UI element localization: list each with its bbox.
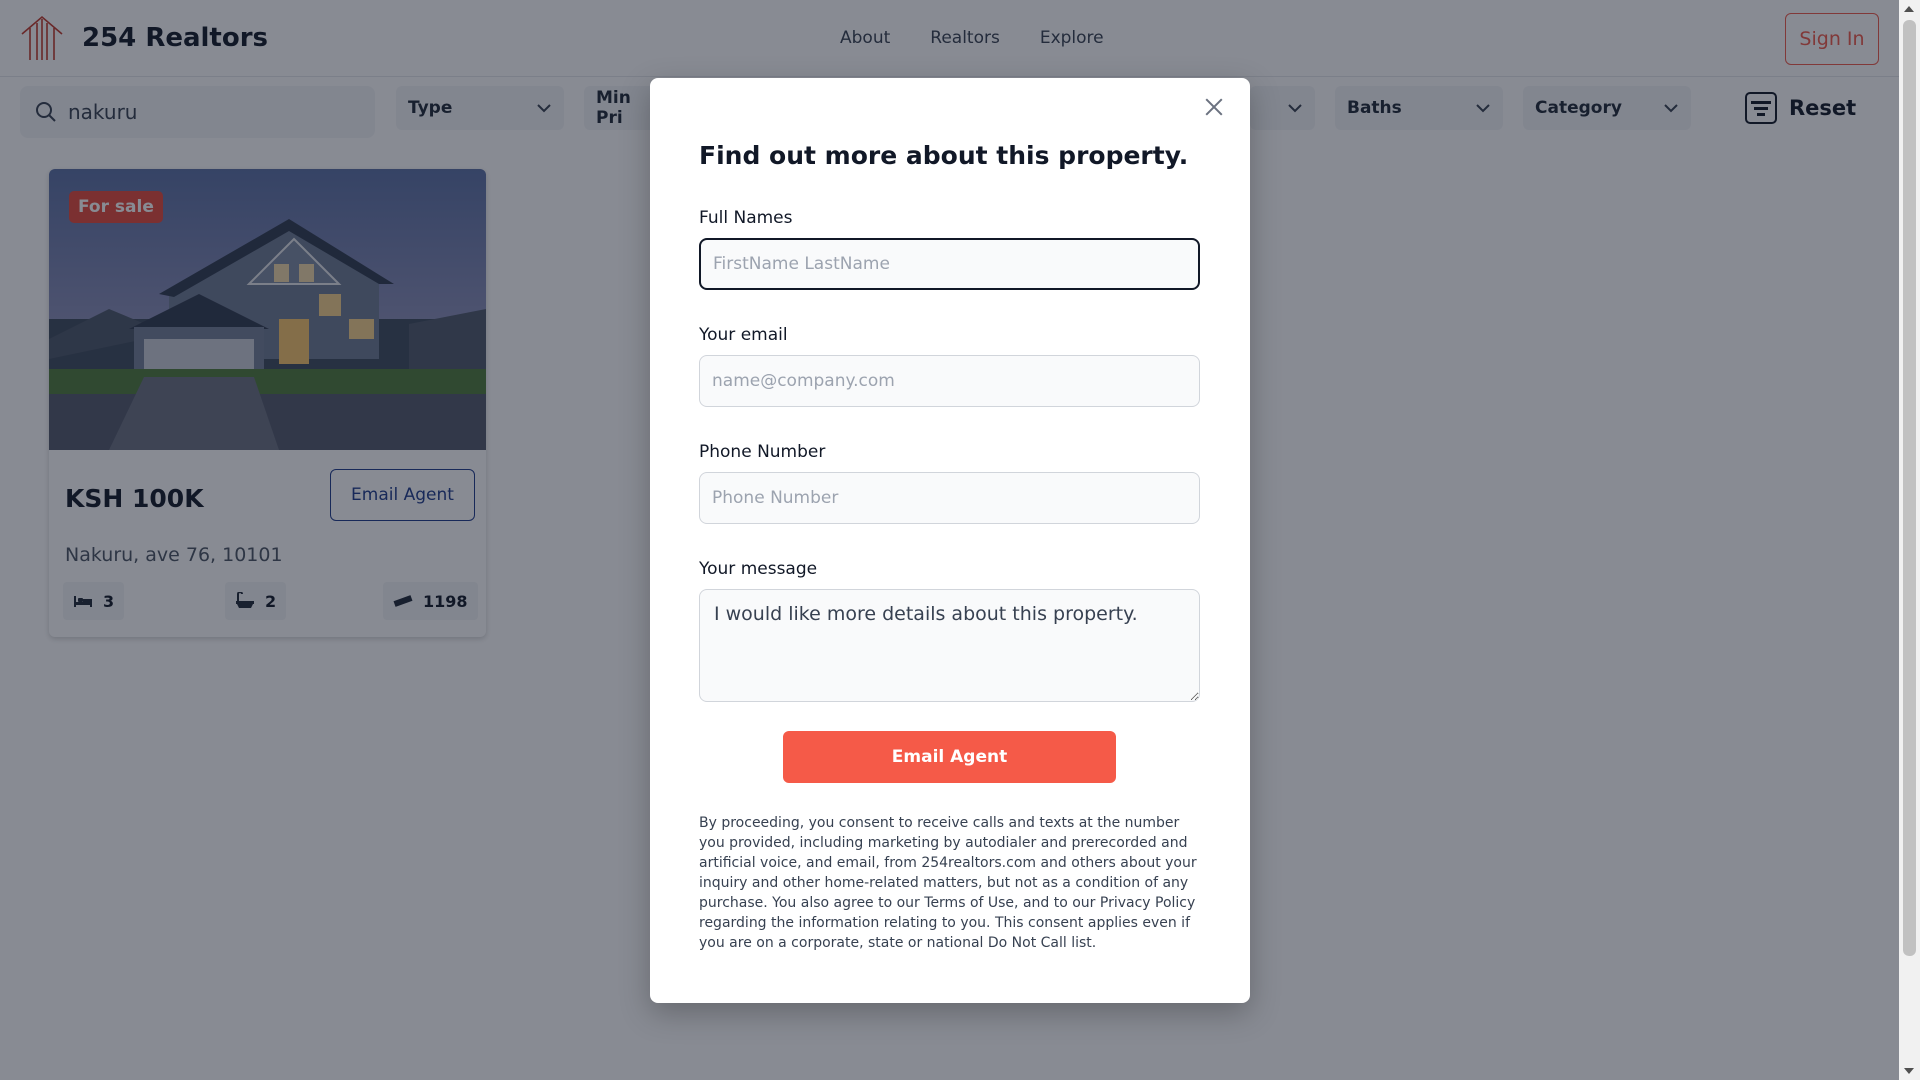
email-label: Your email [699, 325, 788, 345]
close-icon[interactable] [1201, 94, 1227, 120]
phone-input[interactable] [699, 472, 1200, 524]
scroll-up-arrow-icon[interactable] [1904, 6, 1914, 12]
full-names-label: Full Names [699, 208, 793, 228]
consent-disclaimer: By proceeding, you consent to receive ca… [699, 815, 1197, 951]
contact-agent-modal: Find out more about this property. Full … [650, 78, 1250, 1003]
message-textarea[interactable]: I would like more details about this pro… [699, 589, 1200, 702]
phone-label: Phone Number [699, 442, 826, 462]
page-scrollbar[interactable] [1899, 0, 1920, 1080]
email-agent-button[interactable]: Email Agent [783, 731, 1116, 783]
scrollbar-thumb[interactable] [1903, 20, 1916, 956]
message-label: Your message [699, 559, 818, 579]
modal-title: Find out more about this property. [699, 141, 1189, 170]
scroll-down-arrow-icon[interactable] [1904, 1068, 1914, 1074]
email-input[interactable] [699, 355, 1200, 407]
full-names-input[interactable] [699, 238, 1200, 290]
